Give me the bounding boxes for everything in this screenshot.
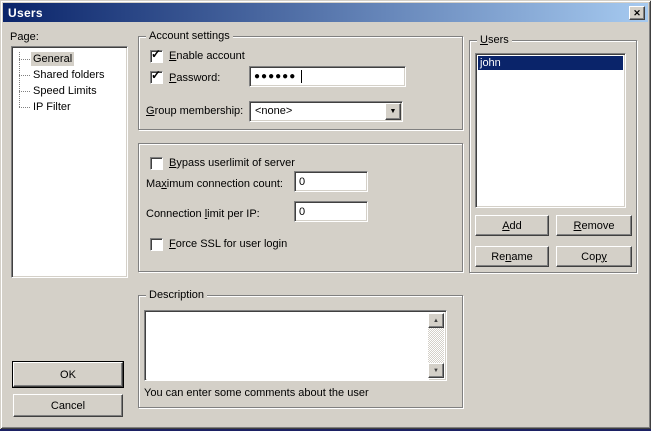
max-connection-count-field-wrap bbox=[294, 171, 368, 192]
description-hint: You can enter some comments about the us… bbox=[144, 387, 369, 400]
enable-account-label[interactable]: Enable account bbox=[169, 50, 245, 63]
tree-item-label[interactable]: General bbox=[31, 52, 74, 66]
connection-limit-per-ip-label: Connection limit per IP: bbox=[146, 208, 260, 221]
bypass-userlimit-checkbox[interactable]: ✓ bbox=[150, 157, 163, 170]
page-tree-items: General Shared folders Speed Limits IP Filt… bbox=[14, 51, 126, 115]
scroll-down-button[interactable]: ▼ bbox=[428, 363, 444, 378]
chevron-down-icon: ▼ bbox=[390, 108, 397, 115]
tree-item-ip-filter[interactable]: IP Filter bbox=[14, 99, 126, 115]
ok-button-default-ring: OK bbox=[12, 361, 124, 388]
group-membership-label: Group membership: bbox=[146, 105, 243, 118]
users-list[interactable]: john bbox=[475, 53, 626, 208]
force-ssl-checkbox[interactable]: ✓ bbox=[150, 238, 163, 251]
limits-group: ✓ Bypass userlimit of server Maximum con… bbox=[138, 143, 463, 272]
tree-item-general[interactable]: General bbox=[14, 51, 126, 67]
users-dialog: Users ✕ Page: General Shared folders Speed… bbox=[0, 0, 651, 429]
bypass-userlimit-label[interactable]: Bypass userlimit of server bbox=[169, 157, 295, 170]
tree-item-speed-limits[interactable]: Speed Limits bbox=[14, 83, 126, 99]
scroll-up-button[interactable]: ▲ bbox=[428, 313, 444, 328]
description-field-wrap: ▲ ▼ bbox=[144, 310, 447, 381]
checkmark-icon: ✓ bbox=[151, 48, 161, 61]
group-membership-value: <none> bbox=[255, 105, 292, 117]
combo-dropdown-button[interactable]: ▼ bbox=[385, 103, 401, 120]
scroll-down-icon: ▼ bbox=[433, 368, 439, 374]
description-group-title: Description bbox=[146, 289, 207, 302]
titlebar[interactable]: Users bbox=[3, 3, 648, 22]
add-button[interactable]: Add bbox=[475, 215, 549, 236]
ok-button[interactable]: OK bbox=[13, 362, 123, 387]
max-connection-count-input[interactable] bbox=[294, 171, 368, 192]
page-tree[interactable]: General Shared folders Speed Limits IP Filt… bbox=[11, 46, 128, 278]
account-settings-group: Account settings ✓ Enable account ✓ Pass… bbox=[138, 36, 463, 130]
account-settings-group-title: Account settings bbox=[146, 30, 233, 43]
close-icon: ✕ bbox=[633, 9, 641, 18]
tree-item-label[interactable]: Shared folders bbox=[31, 68, 107, 82]
user-list-item[interactable]: john bbox=[478, 56, 623, 70]
text-caret bbox=[301, 70, 302, 83]
window-title: Users bbox=[8, 6, 43, 20]
group-membership-select[interactable]: <none> ▼ bbox=[249, 101, 403, 122]
close-button[interactable]: ✕ bbox=[629, 6, 645, 20]
password-input[interactable] bbox=[249, 66, 406, 87]
description-group: Description ▲ ▼ You can enter some comme… bbox=[138, 295, 463, 408]
description-textarea[interactable] bbox=[147, 313, 429, 380]
cancel-button[interactable]: Cancel bbox=[13, 394, 123, 417]
password-label[interactable]: Password: bbox=[169, 72, 220, 85]
checkmark-icon: ✓ bbox=[151, 69, 161, 82]
copy-button[interactable]: Copy bbox=[556, 246, 632, 267]
max-connection-count-label: Maximum connection count: bbox=[146, 178, 283, 191]
tree-item-shared-folders[interactable]: Shared folders bbox=[14, 67, 126, 83]
password-field-wrap bbox=[249, 66, 406, 87]
tree-item-label[interactable]: Speed Limits bbox=[31, 84, 99, 98]
force-ssl-label[interactable]: Force SSL for user login bbox=[169, 238, 287, 251]
remove-button[interactable]: Remove bbox=[556, 215, 632, 236]
password-checkbox[interactable]: ✓ bbox=[150, 71, 163, 84]
scroll-up-icon: ▲ bbox=[433, 318, 439, 324]
tree-item-label[interactable]: IP Filter bbox=[31, 100, 73, 114]
scrollbar-track[interactable] bbox=[428, 328, 444, 363]
description-scrollbar: ▲ ▼ bbox=[428, 313, 444, 378]
connection-limit-per-ip-field-wrap bbox=[294, 201, 368, 222]
connection-limit-per-ip-input[interactable] bbox=[294, 201, 368, 222]
rename-button[interactable]: Rename bbox=[475, 246, 549, 267]
enable-account-checkbox[interactable]: ✓ bbox=[150, 50, 163, 63]
users-group: Users john Add Remove Rename Copy bbox=[469, 40, 637, 273]
page-label: Page: bbox=[10, 31, 39, 44]
users-group-title: Users bbox=[477, 34, 512, 47]
